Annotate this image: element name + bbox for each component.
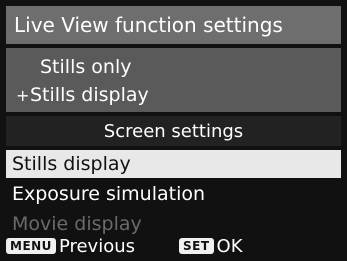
ok-hint[interactable]: SET OK [179,236,243,257]
ok-label: OK [216,235,243,257]
previous-label: Previous [58,235,136,257]
menu-item-label: Stills display [12,153,131,175]
set-key-icon: SET [179,238,214,254]
screen-settings-header: Screen settings [6,116,341,146]
live-view-options-panel: Stills only +Stills display [6,48,341,112]
screen-settings-header-text: Screen settings [103,120,244,142]
menu-key-icon: MENU [6,238,56,254]
screen-settings-list: Stills display Exposure simulation Movie… [6,150,341,240]
menu-item-label: Movie display [12,213,142,235]
menu-item-exposure-simulation[interactable]: Exposure simulation [6,180,341,208]
option-stills-display-label: Stills display [30,84,149,106]
footer-hints: MENU Previous SET OK [6,233,341,259]
menu-item-label: Exposure simulation [12,183,206,205]
menu-item-stills-display[interactable]: Stills display [6,150,341,178]
option-stills-only-label: Stills only [40,56,132,78]
cursor-arrow-icon: + [16,86,30,105]
menu-title: Live View function settings [6,6,341,44]
menu-title-text: Live View function settings [14,13,283,37]
option-stills-only[interactable]: Stills only [40,56,131,78]
option-stills-display[interactable]: +Stills display [16,84,149,106]
previous-hint[interactable]: MENU Previous [6,236,135,257]
camera-lcd-screen: Live View function settings Stills only … [0,0,347,261]
